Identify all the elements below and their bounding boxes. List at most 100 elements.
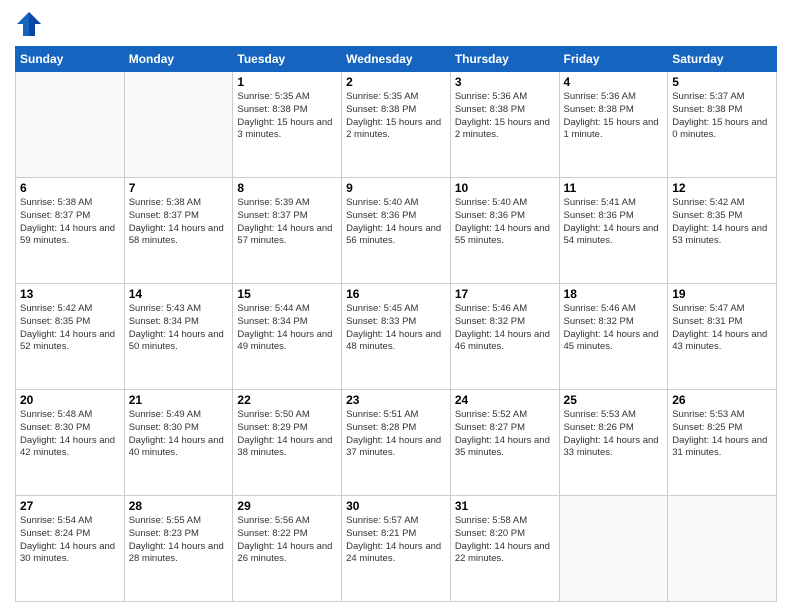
calendar-cell: 18 Sunrise: 5:46 AMSunset: 8:32 PMDayligh… — [559, 284, 668, 390]
calendar-cell: 4 Sunrise: 5:36 AMSunset: 8:38 PMDaylight… — [559, 72, 668, 178]
day-number: 1 — [237, 75, 337, 89]
day-number: 6 — [20, 181, 120, 195]
logo-icon — [15, 10, 43, 38]
cell-details: Sunrise: 5:45 AMSunset: 8:33 PMDaylight:… — [346, 303, 446, 354]
cell-details: Sunrise: 5:36 AMSunset: 8:38 PMDaylight:… — [564, 91, 664, 142]
calendar-cell: 13 Sunrise: 5:42 AMSunset: 8:35 PMDayligh… — [16, 284, 125, 390]
calendar-cell: 3Sunrise: 5:36 AMSunset: 8:38 PMDaylight… — [450, 72, 559, 178]
day-number: 27 — [20, 499, 120, 513]
weekday-header: Tuesday — [233, 47, 342, 72]
calendar-cell: 30 Sunrise: 5:57 AMSunset: 8:21 PMDayligh… — [342, 496, 451, 602]
day-number: 26 — [672, 393, 772, 407]
cell-details: Sunrise: 5:58 AMSunset: 8:20 PMDaylight:… — [455, 515, 555, 566]
day-number: 10 — [455, 181, 555, 195]
calendar-week-row: 27 Sunrise: 5:54 AMSunset: 8:24 PMDayligh… — [16, 496, 777, 602]
cell-details: Sunrise: 5:46 AMSunset: 8:32 PMDaylight:… — [455, 303, 555, 354]
calendar-cell — [124, 72, 233, 178]
calendar-cell: 6 Sunrise: 5:38 AMSunset: 8:37 PMDaylight… — [16, 178, 125, 284]
cell-details: Sunrise: 5:44 AMSunset: 8:34 PMDaylight:… — [237, 303, 337, 354]
calendar-cell: 22 Sunrise: 5:50 AMSunset: 8:29 PMDayligh… — [233, 390, 342, 496]
calendar-cell — [16, 72, 125, 178]
day-number: 9 — [346, 181, 446, 195]
cell-details: Sunrise: 5:37 AMSunset: 8:38 PMDaylight:… — [672, 91, 772, 142]
day-number: 16 — [346, 287, 446, 301]
header — [15, 10, 777, 38]
day-number: 2 — [346, 75, 446, 89]
cell-details: Sunrise: 5:49 AMSunset: 8:30 PMDaylight:… — [129, 409, 229, 460]
weekday-header: Wednesday — [342, 47, 451, 72]
day-number: 15 — [237, 287, 337, 301]
calendar-cell: 12 Sunrise: 5:42 AMSunset: 8:35 PMDayligh… — [668, 178, 777, 284]
calendar-week-row: 13 Sunrise: 5:42 AMSunset: 8:35 PMDayligh… — [16, 284, 777, 390]
day-number: 21 — [129, 393, 229, 407]
calendar-cell: 21 Sunrise: 5:49 AMSunset: 8:30 PMDayligh… — [124, 390, 233, 496]
page: SundayMondayTuesdayWednesdayThursdayFrid… — [0, 0, 792, 612]
calendar-cell: 28 Sunrise: 5:55 AMSunset: 8:23 PMDayligh… — [124, 496, 233, 602]
day-number: 19 — [672, 287, 772, 301]
day-number: 7 — [129, 181, 229, 195]
calendar-cell: 23 Sunrise: 5:51 AMSunset: 8:28 PMDayligh… — [342, 390, 451, 496]
cell-details: Sunrise: 5:40 AMSunset: 8:36 PMDaylight:… — [346, 197, 446, 248]
calendar-cell: 7 Sunrise: 5:38 AMSunset: 8:37 PMDaylight… — [124, 178, 233, 284]
day-number: 4 — [564, 75, 664, 89]
day-number: 8 — [237, 181, 337, 195]
cell-details: Sunrise: 5:47 AMSunset: 8:31 PMDaylight:… — [672, 303, 772, 354]
weekday-header: Saturday — [668, 47, 777, 72]
calendar-week-row: 20Sunrise: 5:48 AMSunset: 8:30 PMDayligh… — [16, 390, 777, 496]
weekday-header: Sunday — [16, 47, 125, 72]
calendar-cell: 19 Sunrise: 5:47 AMSunset: 8:31 PMDayligh… — [668, 284, 777, 390]
cell-details: Sunrise: 5:46 AMSunset: 8:32 PMDaylight:… — [564, 303, 664, 354]
cell-details: Sunrise: 5:53 AMSunset: 8:26 PMDaylight:… — [564, 409, 664, 460]
day-number: 25 — [564, 393, 664, 407]
calendar-cell: 25 Sunrise: 5:53 AMSunset: 8:26 PMDayligh… — [559, 390, 668, 496]
day-number: 18 — [564, 287, 664, 301]
cell-details: Sunrise: 5:42 AMSunset: 8:35 PMDaylight:… — [20, 303, 120, 354]
day-number: 11 — [564, 181, 664, 195]
calendar: SundayMondayTuesdayWednesdayThursdayFrid… — [15, 46, 777, 602]
cell-details: Sunrise: 5:51 AMSunset: 8:28 PMDaylight:… — [346, 409, 446, 460]
calendar-week-row: 6 Sunrise: 5:38 AMSunset: 8:37 PMDaylight… — [16, 178, 777, 284]
calendar-cell: 24Sunrise: 5:52 AMSunset: 8:27 PMDayligh… — [450, 390, 559, 496]
weekday-header: Monday — [124, 47, 233, 72]
day-number: 23 — [346, 393, 446, 407]
cell-details: Sunrise: 5:54 AMSunset: 8:24 PMDaylight:… — [20, 515, 120, 566]
cell-details: Sunrise: 5:38 AMSunset: 8:37 PMDaylight:… — [129, 197, 229, 248]
calendar-cell: 15 Sunrise: 5:44 AMSunset: 8:34 PMDayligh… — [233, 284, 342, 390]
day-number: 14 — [129, 287, 229, 301]
cell-details: Sunrise: 5:40 AMSunset: 8:36 PMDaylight:… — [455, 197, 555, 248]
calendar-cell — [668, 496, 777, 602]
cell-details: Sunrise: 5:35 AMSunset: 8:38 PMDaylight:… — [237, 91, 337, 142]
cell-details: Sunrise: 5:55 AMSunset: 8:23 PMDaylight:… — [129, 515, 229, 566]
day-number: 22 — [237, 393, 337, 407]
cell-details: Sunrise: 5:50 AMSunset: 8:29 PMDaylight:… — [237, 409, 337, 460]
calendar-cell: 20Sunrise: 5:48 AMSunset: 8:30 PMDayligh… — [16, 390, 125, 496]
calendar-cell: 2Sunrise: 5:35 AMSunset: 8:38 PMDaylight… — [342, 72, 451, 178]
cell-details: Sunrise: 5:57 AMSunset: 8:21 PMDaylight:… — [346, 515, 446, 566]
calendar-header-row: SundayMondayTuesdayWednesdayThursdayFrid… — [16, 47, 777, 72]
calendar-cell: 8Sunrise: 5:39 AMSunset: 8:37 PMDaylight… — [233, 178, 342, 284]
weekday-header: Friday — [559, 47, 668, 72]
day-number: 5 — [672, 75, 772, 89]
calendar-cell: 10 Sunrise: 5:40 AMSunset: 8:36 PMDayligh… — [450, 178, 559, 284]
calendar-cell: 9 Sunrise: 5:40 AMSunset: 8:36 PMDaylight… — [342, 178, 451, 284]
calendar-cell: 11Sunrise: 5:41 AMSunset: 8:36 PMDayligh… — [559, 178, 668, 284]
day-number: 13 — [20, 287, 120, 301]
day-number: 3 — [455, 75, 555, 89]
weekday-header: Thursday — [450, 47, 559, 72]
day-number: 17 — [455, 287, 555, 301]
calendar-cell: 16 Sunrise: 5:45 AMSunset: 8:33 PMDayligh… — [342, 284, 451, 390]
calendar-week-row: 1 Sunrise: 5:35 AMSunset: 8:38 PMDaylight… — [16, 72, 777, 178]
day-number: 31 — [455, 499, 555, 513]
day-number: 29 — [237, 499, 337, 513]
cell-details: Sunrise: 5:42 AMSunset: 8:35 PMDaylight:… — [672, 197, 772, 248]
cell-details: Sunrise: 5:38 AMSunset: 8:37 PMDaylight:… — [20, 197, 120, 248]
calendar-cell: 26Sunrise: 5:53 AMSunset: 8:25 PMDayligh… — [668, 390, 777, 496]
calendar-cell: 14 Sunrise: 5:43 AMSunset: 8:34 PMDayligh… — [124, 284, 233, 390]
calendar-cell — [559, 496, 668, 602]
day-number: 28 — [129, 499, 229, 513]
day-number: 20 — [20, 393, 120, 407]
day-number: 30 — [346, 499, 446, 513]
day-number: 24 — [455, 393, 555, 407]
cell-details: Sunrise: 5:43 AMSunset: 8:34 PMDaylight:… — [129, 303, 229, 354]
day-number: 12 — [672, 181, 772, 195]
